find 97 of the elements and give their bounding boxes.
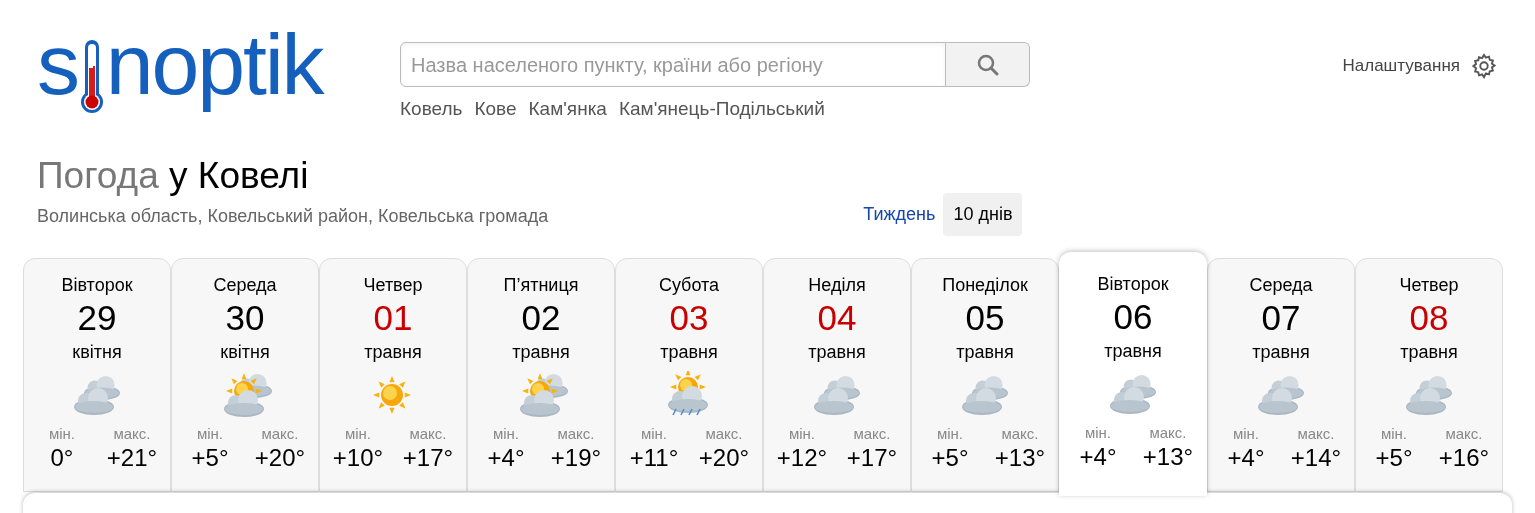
logo-text[interactable]: noptik [105, 12, 323, 116]
weekday-label: Вівторок [61, 274, 133, 297]
logo-text[interactable]: s [37, 12, 78, 116]
max-label: макс. [852, 425, 892, 443]
day-card[interactable]: Четвер 08 травня мін. макс. +5° +16° [1355, 258, 1503, 492]
min-temperature: 0° [49, 443, 75, 473]
month-label: квітня [72, 341, 122, 364]
min-label: мін. [343, 425, 373, 443]
max-temperature: +20° [697, 443, 751, 473]
region-text: Волинська область, Ковельський район, Ковельська громада [37, 205, 549, 228]
min-temperature: +4° [1078, 442, 1118, 472]
search-button[interactable] [946, 42, 1030, 87]
heading-text: Погода [37, 154, 159, 196]
settings-link[interactable]: Налаштування [1342, 53, 1460, 79]
city-heading: у Ковелі [169, 154, 309, 196]
day-card[interactable]: Вівторок 06 травня мін. макс. +4° +13° [1059, 252, 1207, 496]
date-number: 02 [521, 297, 561, 339]
min-temperature: +11° [628, 443, 680, 473]
min-temperature: +10° [331, 443, 385, 473]
min-temperature: +5° [930, 443, 970, 473]
max-label: макс. [704, 425, 744, 443]
max-label: макс. [1296, 425, 1336, 443]
min-temperature: +5° [190, 443, 230, 473]
day-card[interactable]: Вівторок 29 квітня мін. макс. 0° +21° [23, 258, 171, 492]
day-card[interactable]: Середа 30 квітня мін. макс. +5° +20° [171, 258, 319, 492]
date-number: 04 [817, 297, 857, 339]
min-temperature: +12° [775, 443, 829, 473]
weekday-label: Четвер [1399, 274, 1459, 297]
settings-icon[interactable] [1470, 52, 1498, 80]
month-label: травня [364, 341, 422, 364]
search-field[interactable]: Назва населеного пункту, країни або регіону [400, 42, 946, 87]
max-temperature: +13° [993, 443, 1047, 473]
period-tab[interactable]: 10 днів [943, 193, 1023, 236]
min-temperature: +4° [1226, 443, 1266, 473]
date-number: 05 [965, 297, 1005, 339]
min-label: мін. [1231, 425, 1261, 443]
min-label: мін. [195, 425, 225, 443]
weekday-label: Четвер [363, 274, 423, 297]
month-label: травня [1104, 340, 1162, 363]
weekday-label: Понеділок [942, 274, 1028, 297]
thermometer-icon [78, 38, 105, 116]
min-temperature: +5° [1374, 443, 1414, 473]
max-temperature: +17° [845, 443, 899, 473]
suggestion-link[interactable]: Кам'янка [528, 95, 607, 124]
min-label: мін. [935, 425, 965, 443]
month-label: травня [1252, 341, 1310, 364]
month-label: травня [1400, 341, 1458, 364]
month-label: травня [808, 341, 866, 364]
month-label: квітня [220, 341, 270, 364]
weekday-label: Середа [1249, 274, 1313, 297]
weekday-label: П’ятниця [503, 274, 579, 297]
min-label: мін. [787, 425, 817, 443]
month-label: травня [660, 341, 718, 364]
max-label: макс. [1148, 424, 1188, 442]
day-card[interactable]: Субота 03 травня мін. макс. +11° +20° [615, 258, 763, 492]
weekday-label: Неділя [808, 274, 866, 297]
date-number: 01 [373, 297, 413, 339]
max-label: макс. [1000, 425, 1040, 443]
min-label: мін. [1379, 425, 1409, 443]
month-label: травня [512, 341, 570, 364]
day-card[interactable]: П’ятниця 02 травня мін. макс. +4° +19° [467, 258, 615, 492]
min-label: мін. [1083, 424, 1113, 442]
suggestion-link[interactable]: Ковель [400, 95, 463, 124]
min-label: мін. [47, 425, 77, 443]
date-number: 07 [1261, 297, 1301, 339]
search-icon [975, 52, 1000, 77]
day-card[interactable]: Неділя 04 травня мін. макс. +12° +17° [763, 258, 911, 492]
date-number: 08 [1409, 297, 1449, 339]
weekday-label: Середа [213, 274, 277, 297]
max-temperature: +14° [1289, 443, 1343, 473]
day-card[interactable]: Середа 07 травня мін. макс. +4° +14° [1207, 258, 1355, 492]
max-label: макс. [408, 425, 448, 443]
max-temperature: +20° [253, 443, 307, 473]
min-label: мін. [639, 425, 669, 443]
max-temperature: +16° [1437, 443, 1491, 473]
min-label: мін. [491, 425, 521, 443]
max-label: макс. [1444, 425, 1484, 443]
min-temperature: +4° [486, 443, 526, 473]
max-label: макс. [556, 425, 596, 443]
max-temperature: +13° [1141, 442, 1195, 472]
period-tab[interactable]: Тиждень [859, 193, 940, 236]
date-number: 06 [1113, 296, 1153, 338]
suggestion-link[interactable]: Кове [474, 95, 517, 124]
max-label: макс. [260, 425, 300, 443]
day-card[interactable]: Понеділок 05 травня мін. макс. +5° +13° [911, 258, 1059, 492]
date-number: 30 [225, 297, 265, 339]
suggestion-link[interactable]: Кам'янець-Подільський [618, 95, 825, 124]
month-label: травня [956, 341, 1014, 364]
max-label: макс. [112, 425, 152, 443]
day-card[interactable]: Четвер 01 травня мін. макс. +10° +17° [319, 258, 467, 492]
date-number: 03 [669, 297, 709, 339]
date-number: 29 [77, 297, 117, 339]
max-temperature: +19° [549, 443, 603, 473]
weekday-label: Вівторок [1097, 273, 1169, 296]
weekday-label: Субота [658, 274, 720, 297]
max-temperature: +21° [105, 443, 159, 473]
max-temperature: +17° [401, 443, 455, 473]
